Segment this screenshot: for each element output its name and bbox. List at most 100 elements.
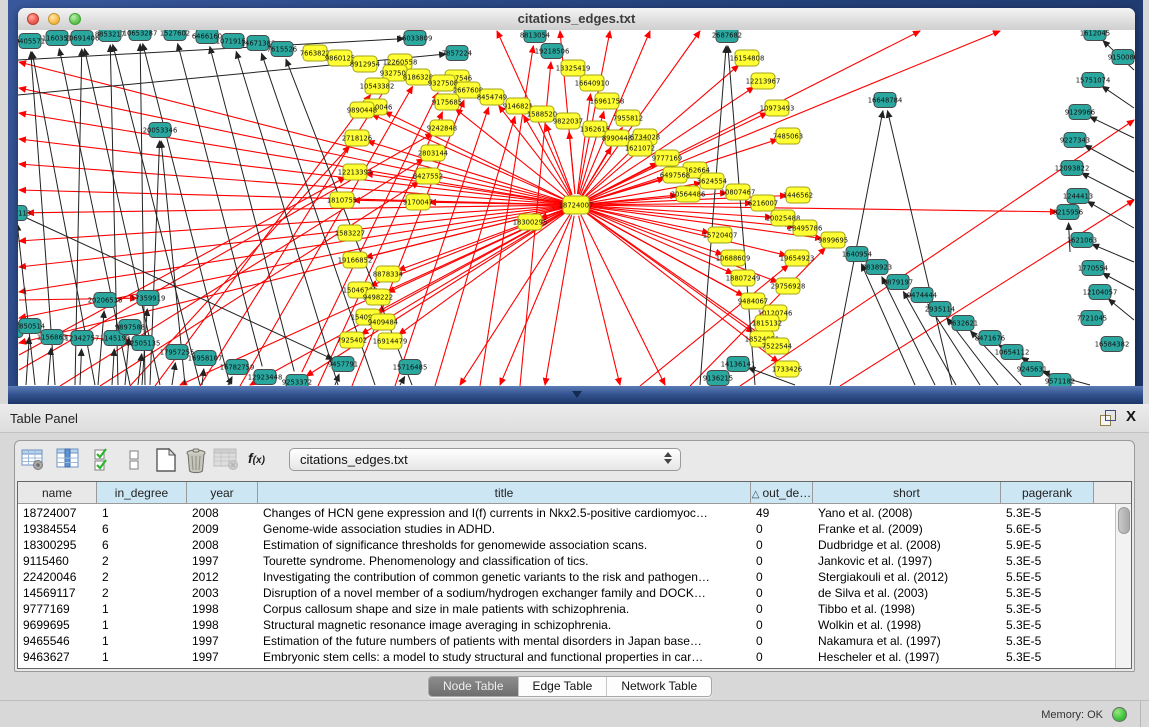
- table-cell[interactable]: Tourette syndrome. Phenomenology and cla…: [258, 553, 751, 569]
- table-cell[interactable]: 5.3E-5: [1001, 649, 1094, 665]
- graph-edge[interactable]: [1092, 244, 1134, 262]
- table-cell[interactable]: Disruption of a novel member of a sodium…: [258, 585, 751, 601]
- graph-edge[interactable]: [579, 216, 620, 385]
- table-cell[interactable]: 5.3E-5: [1001, 633, 1094, 649]
- table-row[interactable]: 946554611997Estimation of the future num…: [18, 633, 1102, 649]
- graph-edge[interactable]: [1088, 201, 1134, 228]
- divider-collapse-icon[interactable]: [572, 391, 582, 398]
- table-cell[interactable]: Investigating the contribution of common…: [258, 569, 751, 585]
- table-cell[interactable]: Genome-wide association studies in ADHD.: [258, 521, 751, 537]
- table-cell[interactable]: 6: [97, 521, 187, 537]
- deselect-all-icon[interactable]: [127, 446, 141, 477]
- tab-edge-table[interactable]: Edge Table: [519, 677, 608, 696]
- table-cell[interactable]: 1998: [187, 601, 258, 617]
- table-cell[interactable]: 1997: [187, 649, 258, 665]
- table-cell[interactable]: 0: [751, 617, 813, 633]
- table-cell[interactable]: Estimation of the future numbers of pati…: [258, 633, 751, 649]
- table-cell[interactable]: 5.3E-5: [1001, 617, 1094, 633]
- graph-edge[interactable]: [80, 349, 82, 385]
- table-cell[interactable]: Stergiakouli et al. (2012): [813, 569, 1001, 585]
- table-row[interactable]: 946362711997Embryonic stem cells: a mode…: [18, 649, 1102, 665]
- graph-edge[interactable]: [19, 207, 565, 292]
- graph-edge[interactable]: [399, 211, 567, 334]
- table-settings-icon[interactable]: [20, 446, 46, 477]
- close-panel-icon[interactable]: X: [1126, 408, 1136, 425]
- table-cell[interactable]: 1: [97, 649, 187, 665]
- table-row[interactable]: 2242004622012Investigating the contribut…: [18, 569, 1102, 585]
- table-cell[interactable]: 22420046: [18, 569, 97, 585]
- select-all-icon[interactable]: [93, 446, 115, 477]
- table-cell[interactable]: Changes of HCN gene expression and I(f) …: [258, 505, 751, 521]
- float-panel-icon[interactable]: [1100, 410, 1116, 426]
- table-cell[interactable]: Nakamura et al. (1997): [813, 633, 1001, 649]
- column-header-name[interactable]: name: [18, 482, 97, 504]
- table-cell[interactable]: 2008: [187, 537, 258, 553]
- graph-edge[interactable]: [202, 369, 204, 385]
- column-header-title[interactable]: title: [258, 482, 751, 504]
- table-cell[interactable]: 2: [97, 585, 187, 601]
- graph-edge[interactable]: [112, 349, 114, 385]
- table-cell[interactable]: 0: [751, 521, 813, 537]
- graph-edge[interactable]: [19, 113, 565, 203]
- table-cell[interactable]: 0: [751, 537, 813, 553]
- table-cell[interactable]: Structural magnetic resonance image aver…: [258, 617, 751, 633]
- table-row[interactable]: 969969511998Structural magnetic resonanc…: [18, 617, 1102, 633]
- graph-edge[interactable]: [545, 216, 574, 385]
- table-cell[interactable]: 2: [97, 553, 187, 569]
- table-cell[interactable]: Franke et al. (2009): [813, 521, 1001, 537]
- table-cell[interactable]: 14569117: [18, 585, 97, 601]
- network-graph-canvas[interactable]: 9405571116035120691406885321710653287152…: [18, 30, 1135, 386]
- table-cell[interactable]: 5.6E-5: [1001, 521, 1094, 537]
- tab-node-table[interactable]: Node Table: [429, 677, 519, 696]
- column-header-pagerank[interactable]: pagerank: [1001, 482, 1094, 504]
- column-header-short[interactable]: short: [813, 482, 1001, 504]
- table-cell[interactable]: 1: [97, 633, 187, 649]
- graph-edge[interactable]: [19, 206, 565, 267]
- graph-edge[interactable]: [98, 311, 104, 385]
- tab-network-table[interactable]: Network Table: [607, 677, 711, 696]
- table-cell[interactable]: Dudbridge et al. (2008): [813, 537, 1001, 553]
- graph-edge[interactable]: [19, 164, 565, 204]
- table-cell[interactable]: 5.3E-5: [1001, 505, 1094, 521]
- column-header-year[interactable]: year: [187, 482, 258, 504]
- table-row[interactable]: 1830029562008Estimation of significance …: [18, 537, 1102, 553]
- graph-edge[interactable]: [1102, 86, 1134, 108]
- show-columns-icon[interactable]: [55, 446, 81, 477]
- table-cell[interactable]: 1998: [187, 617, 258, 633]
- table-cell[interactable]: 0: [751, 649, 813, 665]
- delete-table-icon[interactable]: [183, 446, 209, 479]
- new-table-icon[interactable]: [153, 446, 179, 479]
- table-cell[interactable]: 2: [97, 569, 187, 585]
- table-cell[interactable]: 2009: [187, 521, 258, 537]
- table-cell[interactable]: 18300295: [18, 537, 97, 553]
- graph-edge[interactable]: [178, 44, 263, 367]
- table-cell[interactable]: 1: [97, 601, 187, 617]
- graph-edge[interactable]: [581, 215, 665, 385]
- table-cell[interactable]: 1: [97, 617, 187, 633]
- table-cell[interactable]: 0: [751, 553, 813, 569]
- table-cell[interactable]: de Silva et al. (2003): [813, 585, 1001, 601]
- table-cell[interactable]: Tibbo et al. (1998): [813, 601, 1001, 617]
- function-builder-icon[interactable]: f(x): [248, 450, 265, 466]
- table-cell[interactable]: 0: [751, 601, 813, 617]
- table-cell[interactable]: Jankovic et al. (1997): [813, 553, 1001, 569]
- graph-edge[interactable]: [569, 132, 575, 194]
- table-cell[interactable]: 5.9E-5: [1001, 537, 1094, 553]
- table-cell[interactable]: 9777169: [18, 601, 97, 617]
- table-cell[interactable]: Corpus callosum shape and size in male p…: [258, 601, 751, 617]
- table-row[interactable]: 977716911998Corpus callosum shape and si…: [18, 601, 1102, 617]
- graph-edge[interactable]: [1108, 299, 1134, 320]
- table-cell[interactable]: 19384554: [18, 521, 97, 537]
- graph-edge[interactable]: [236, 52, 338, 385]
- table-cell[interactable]: 0: [751, 633, 813, 649]
- table-cell[interactable]: 9465546: [18, 633, 97, 649]
- graph-edge[interactable]: [18, 224, 35, 385]
- table-cell[interactable]: 1997: [187, 553, 258, 569]
- scrollbar-thumb[interactable]: [1118, 507, 1130, 534]
- graph-edge[interactable]: [1085, 145, 1134, 172]
- table-cell[interactable]: 5.5E-5: [1001, 569, 1094, 585]
- table-cell[interactable]: 9463627: [18, 649, 97, 665]
- window-titlebar[interactable]: citations_edges.txt: [18, 8, 1135, 31]
- graph-edge[interactable]: [700, 46, 726, 385]
- table-row[interactable]: 911546021997Tourette syndrome. Phenomeno…: [18, 553, 1102, 569]
